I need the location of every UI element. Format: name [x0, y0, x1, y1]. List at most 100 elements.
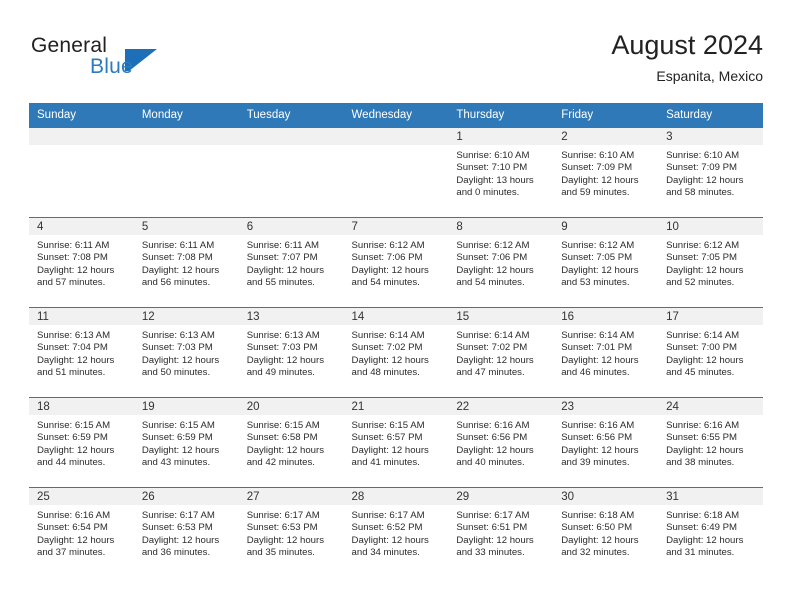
calendar-day-cell[interactable]: 31 Sunrise: 6:18 AM Sunset: 6:49 PM Dayligh… [658, 487, 763, 577]
calendar-day-cell[interactable]: 15 Sunrise: 6:14 AM Sunset: 7:02 PM Dayligh… [448, 307, 554, 398]
sunrise-text: Sunrise: 6:15 AM [141, 420, 215, 431]
day-number: 21 [343, 398, 449, 415]
day-number: 10 [658, 218, 763, 235]
sunset-text: Sunset: 7:09 PM [666, 162, 737, 174]
daylight-text-line1: Daylight: 13 hours [456, 174, 534, 186]
sunset-text: Sunset: 7:03 PM [141, 342, 213, 354]
day-number [238, 128, 344, 145]
day-details: Sunrise: 6:12 AM Sunset: 7:05 PM Daylight:… [658, 235, 763, 289]
sunrise-text: Sunrise: 6:17 AM [246, 510, 320, 521]
calendar-day-cell[interactable]: 13 Sunrise: 6:13 AM Sunset: 7:03 PM Dayligh… [238, 307, 344, 398]
daylight-text-line1: Daylight: 12 hours [37, 444, 115, 456]
sunset-text: Sunset: 7:08 PM [37, 252, 108, 264]
daylight-text-line2: and 45 minutes. [666, 366, 735, 378]
calendar-day-cell[interactable]: 6 Sunrise: 6:11 AM Sunset: 7:07 PM Daylight… [238, 217, 344, 308]
daylight-text-line2: and 57 minutes. [37, 276, 106, 288]
daylight-text-line1: Daylight: 12 hours [37, 534, 115, 546]
sunset-text: Sunset: 7:07 PM [246, 252, 318, 264]
calendar-day-cell[interactable]: 16 Sunrise: 6:14 AM Sunset: 7:01 PM Dayligh… [553, 307, 659, 398]
daylight-text-line1: Daylight: 12 hours [351, 264, 429, 276]
sunset-text: Sunset: 6:53 PM [246, 522, 318, 534]
day-number: 24 [658, 398, 763, 415]
daylight-text-line2: and 51 minutes. [37, 366, 106, 378]
sunrise-text: Sunrise: 6:14 AM [666, 330, 740, 341]
day-number: 31 [658, 488, 763, 505]
sunrise-text: Sunrise: 6:16 AM [37, 510, 111, 521]
calendar-day-cell[interactable]: 10 Sunrise: 6:12 AM Sunset: 7:05 PM Dayligh… [658, 217, 763, 308]
calendar-day-cell[interactable]: 7 Sunrise: 6:12 AM Sunset: 7:06 PM Daylight… [343, 217, 449, 308]
calendar-day-cell[interactable]: 5 Sunrise: 6:11 AM Sunset: 7:08 PM Daylight… [133, 217, 239, 308]
daylight-text-line2: and 41 minutes. [351, 456, 420, 468]
daylight-text-line2: and 48 minutes. [351, 366, 420, 378]
day-details: Sunrise: 6:15 AM Sunset: 6:58 PM Daylight:… [239, 415, 344, 469]
day-details: Sunrise: 6:10 AM Sunset: 7:09 PM Daylight:… [553, 145, 658, 199]
daylight-text-line2: and 39 minutes. [561, 456, 630, 468]
sunrise-text: Sunrise: 6:14 AM [456, 330, 530, 341]
day-number: 15 [448, 308, 554, 325]
day-number [343, 128, 449, 145]
calendar-day-cell[interactable]: 12 Sunrise: 6:13 AM Sunset: 7:03 PM Dayligh… [133, 307, 239, 398]
calendar-day-cell[interactable]: 17 Sunrise: 6:14 AM Sunset: 7:00 PM Dayligh… [658, 307, 763, 398]
day-number: 3 [658, 128, 763, 145]
daylight-text-line2: and 40 minutes. [456, 456, 525, 468]
sunset-text: Sunset: 6:57 PM [351, 432, 423, 444]
sunset-text: Sunset: 7:09 PM [561, 162, 633, 174]
sunrise-text: Sunrise: 6:10 AM [456, 150, 530, 161]
daylight-text-line2: and 55 minutes. [246, 276, 315, 288]
day-details: Sunrise: 6:14 AM Sunset: 7:01 PM Daylight:… [553, 325, 658, 379]
calendar-day-cell[interactable]: 19 Sunrise: 6:15 AM Sunset: 6:59 PM Dayligh… [133, 397, 239, 488]
calendar-day-cell[interactable]: 21 Sunrise: 6:15 AM Sunset: 6:57 PM Dayligh… [343, 397, 449, 488]
day-number: 7 [343, 218, 449, 235]
day-details: Sunrise: 6:16 AM Sunset: 6:56 PM Daylight:… [448, 415, 553, 469]
daylight-text-line2: and 38 minutes. [666, 456, 735, 468]
daylight-text-line2: and 47 minutes. [456, 366, 525, 378]
calendar-day-cell[interactable]: 4 Sunrise: 6:11 AM Sunset: 7:08 PM Daylight… [29, 217, 134, 308]
sunrise-text: Sunrise: 6:16 AM [561, 420, 635, 431]
daylight-text-line1: Daylight: 12 hours [561, 354, 639, 366]
calendar-day-cell[interactable]: 9 Sunrise: 6:12 AM Sunset: 7:05 PM Daylight… [553, 217, 659, 308]
day-details: Sunrise: 6:13 AM Sunset: 7:03 PM Daylight:… [134, 325, 239, 379]
calendar-day-cell[interactable]: 18 Sunrise: 6:15 AM Sunset: 6:59 PM Dayligh… [29, 397, 134, 488]
weekday-header-thursday: Thursday [448, 103, 554, 128]
calendar-day-cell[interactable]: 23 Sunrise: 6:16 AM Sunset: 6:56 PM Dayligh… [553, 397, 659, 488]
sunset-text: Sunset: 7:05 PM [666, 252, 737, 264]
calendar-day-cell[interactable]: 24 Sunrise: 6:16 AM Sunset: 6:55 PM Dayligh… [658, 397, 763, 488]
sunset-text: Sunset: 7:02 PM [351, 342, 423, 354]
sunset-text: Sunset: 6:52 PM [351, 522, 423, 534]
calendar-day-cell[interactable]: 25 Sunrise: 6:16 AM Sunset: 6:54 PM Dayligh… [29, 487, 134, 577]
day-number: 19 [133, 398, 239, 415]
calendar-day-cell[interactable]: 2 Sunrise: 6:10 AM Sunset: 7:09 PM Daylight… [553, 128, 659, 218]
day-number: 11 [29, 308, 134, 325]
sunrise-text: Sunrise: 6:17 AM [456, 510, 530, 521]
daylight-text-line2: and 52 minutes. [666, 276, 735, 288]
calendar-day-cell[interactable]: 30 Sunrise: 6:18 AM Sunset: 6:50 PM Dayligh… [553, 487, 659, 577]
day-details: Sunrise: 6:15 AM Sunset: 6:59 PM Daylight:… [134, 415, 239, 469]
calendar-day-cell[interactable]: 20 Sunrise: 6:15 AM Sunset: 6:58 PM Dayligh… [238, 397, 344, 488]
calendar-day-cell[interactable]: 28 Sunrise: 6:17 AM Sunset: 6:52 PM Dayligh… [343, 487, 449, 577]
day-details: Sunrise: 6:10 AM Sunset: 7:10 PM Daylight:… [448, 145, 553, 199]
calendar-day-cell[interactable]: 8 Sunrise: 6:12 AM Sunset: 7:06 PM Daylight… [448, 217, 554, 308]
calendar-cell-empty [343, 128, 449, 218]
daylight-text-line2: and 42 minutes. [246, 456, 315, 468]
sunset-text: Sunset: 6:49 PM [666, 522, 737, 534]
calendar-day-cell[interactable]: 11 Sunrise: 6:13 AM Sunset: 7:04 PM Dayligh… [29, 307, 134, 398]
sunset-text: Sunset: 7:00 PM [666, 342, 737, 354]
calendar-day-cell[interactable]: 1 Sunrise: 6:10 AM Sunset: 7:10 PM Daylight… [448, 128, 554, 218]
daylight-text-line2: and 34 minutes. [351, 546, 420, 558]
daylight-text-line2: and 32 minutes. [561, 546, 630, 558]
day-details: Sunrise: 6:17 AM Sunset: 6:53 PM Daylight:… [134, 505, 239, 559]
sunset-text: Sunset: 6:59 PM [141, 432, 213, 444]
sunrise-text: Sunrise: 6:14 AM [561, 330, 635, 341]
sunrise-text: Sunrise: 6:18 AM [666, 510, 740, 521]
calendar-day-cell[interactable]: 14 Sunrise: 6:14 AM Sunset: 7:02 PM Dayligh… [343, 307, 449, 398]
calendar-day-cell[interactable]: 22 Sunrise: 6:16 AM Sunset: 6:56 PM Dayligh… [448, 397, 554, 488]
calendar-day-cell[interactable]: 29 Sunrise: 6:17 AM Sunset: 6:51 PM Dayligh… [448, 487, 554, 577]
daylight-text-line1: Daylight: 12 hours [141, 444, 220, 456]
sunset-text: Sunset: 7:02 PM [456, 342, 528, 354]
daylight-text-line2: and 50 minutes. [141, 366, 211, 378]
calendar-day-cell[interactable]: 3 Sunrise: 6:10 AM Sunset: 7:09 PM Daylight… [658, 128, 763, 218]
daylight-text-line2: and 54 minutes. [351, 276, 420, 288]
brand-logo[interactable]: General Blue [29, 34, 279, 90]
calendar-day-cell[interactable]: 26 Sunrise: 6:17 AM Sunset: 6:53 PM Dayligh… [133, 487, 239, 577]
calendar-day-cell[interactable]: 27 Sunrise: 6:17 AM Sunset: 6:53 PM Dayligh… [238, 487, 344, 577]
